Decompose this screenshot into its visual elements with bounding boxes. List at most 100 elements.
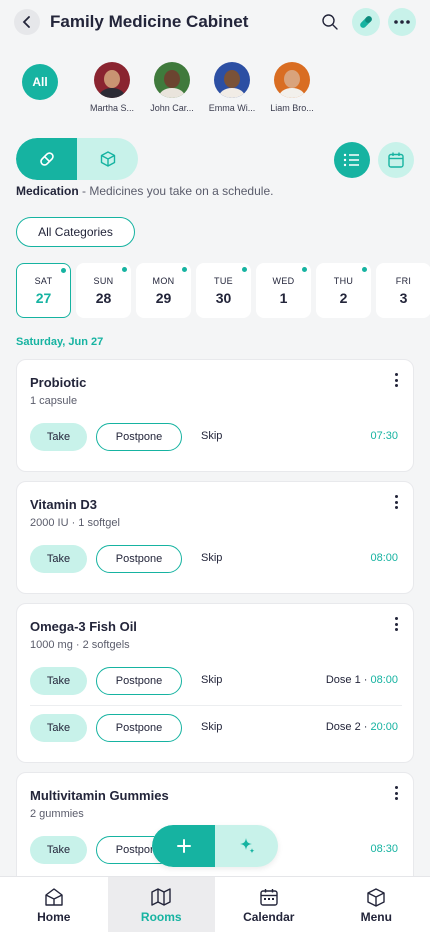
member-name: Emma Wi...: [208, 103, 256, 113]
dose-time: 20:00: [370, 721, 398, 733]
floating-action-group: [152, 825, 278, 867]
member-all-chip[interactable]: All: [22, 64, 58, 100]
member-john[interactable]: John Car...: [142, 62, 202, 113]
postpone-button[interactable]: Postpone: [96, 714, 182, 742]
more-button[interactable]: [388, 8, 416, 36]
postpone-button[interactable]: Postpone: [96, 667, 182, 695]
day-number: 29: [155, 289, 172, 306]
dose-number: Dose 2 ·: [325, 721, 371, 733]
day-number: 27: [35, 289, 52, 306]
avatar: [94, 62, 130, 98]
member-name: John Car...: [150, 103, 194, 113]
day-item[interactable]: MON 29: [136, 263, 191, 318]
list-view-button[interactable]: [334, 142, 370, 178]
member-liam[interactable]: Liam Bro...: [262, 62, 322, 113]
take-button[interactable]: Take: [30, 423, 87, 451]
avatar: [154, 62, 190, 98]
day-number: 2: [339, 289, 348, 306]
day-of-week: THU: [333, 275, 354, 286]
tab-rooms[interactable]: Rooms: [107, 877, 215, 932]
dose-row: Take Postpone Skip Dose 2 · 20:00: [30, 714, 402, 742]
event-dot: [242, 267, 247, 272]
more-vertical-icon[interactable]: [395, 373, 399, 387]
mode-switch: [16, 138, 138, 180]
mode-description-text: - Medicines you take on a schedule.: [78, 184, 274, 198]
member-martha[interactable]: Martha S...: [82, 62, 142, 113]
plus-icon: [176, 839, 191, 853]
member-filter: All Martha S... John Car... Emma Wi... L…: [22, 62, 322, 113]
skip-button[interactable]: Skip: [201, 721, 222, 733]
day-strip[interactable]: SAT 27 SUN 28 MON 29 TUE 30 WED 1 THU 2 FRI 3: [16, 263, 430, 319]
day-number: 28: [95, 289, 112, 306]
medication-name: Vitamin D3: [30, 497, 97, 512]
more-vertical-icon[interactable]: [395, 786, 399, 800]
search-button[interactable]: [316, 8, 344, 36]
more-vertical-icon[interactable]: [395, 495, 399, 509]
day-item[interactable]: THU 2: [316, 263, 371, 318]
day-of-week: WED: [272, 275, 295, 286]
event-dot: [122, 267, 127, 272]
skip-button[interactable]: Skip: [201, 552, 222, 564]
avatar: [214, 62, 250, 98]
medication-card: Omega-3 Fish Oil 1000 mg · 2 softgels Ta…: [16, 603, 414, 763]
day-of-week: SAT: [34, 275, 53, 286]
category-filter-button[interactable]: All Categories: [16, 217, 135, 247]
member-emma[interactable]: Emma Wi...: [202, 62, 262, 113]
take-button[interactable]: Take: [30, 667, 87, 695]
dose-label: Dose 1 · 08:00: [326, 674, 398, 686]
day-number: 1: [279, 289, 288, 306]
day-number: 3: [399, 289, 408, 306]
postpone-button[interactable]: Postpone: [96, 545, 182, 573]
dose-time: 08:00: [370, 552, 398, 564]
calendar-icon: [260, 888, 278, 906]
dose-row: Take Postpone Skip 07:30: [30, 423, 402, 451]
more-vertical-icon[interactable]: [395, 617, 399, 631]
ai-assist-button[interactable]: [215, 825, 278, 867]
medication-dose: 2 gummies: [30, 808, 84, 820]
take-button[interactable]: Take: [30, 714, 87, 742]
dose-row: Take Postpone Skip 08:00: [30, 545, 402, 573]
mode-title: Medication: [16, 184, 79, 198]
day-item[interactable]: TUE 30: [196, 263, 251, 318]
dose-time: 08:00: [370, 674, 398, 686]
medication-name: Omega-3 Fish Oil: [30, 619, 137, 634]
tab-calendar[interactable]: Calendar: [215, 877, 323, 932]
supplies-mode-button[interactable]: [77, 138, 138, 180]
date-heading: Saturday, Jun 27: [16, 336, 104, 348]
member-name: Liam Bro...: [270, 103, 314, 113]
chevron-left-icon: [22, 16, 30, 28]
day-item[interactable]: FRI 3: [376, 263, 430, 318]
medication-mode-button[interactable]: [16, 138, 77, 180]
dose-label: Dose 2 · 20:00: [326, 721, 398, 733]
event-dot: [61, 268, 66, 273]
postpone-button[interactable]: Postpone: [96, 423, 182, 451]
event-dot: [362, 267, 367, 272]
rooms-icon: [151, 887, 171, 906]
take-button[interactable]: Take: [30, 836, 87, 864]
pill-button[interactable]: [352, 8, 380, 36]
day-item[interactable]: SUN 28: [76, 263, 131, 318]
back-button[interactable]: [14, 9, 40, 35]
tab-label: Calendar: [243, 909, 295, 924]
member-name: Martha S...: [89, 103, 134, 113]
skip-button[interactable]: Skip: [201, 430, 222, 442]
search-icon: [322, 14, 338, 30]
tab-label: Rooms: [140, 909, 182, 924]
take-button[interactable]: Take: [30, 545, 87, 573]
tab-home[interactable]: Home: [0, 877, 108, 932]
day-number: 30: [215, 289, 232, 306]
day-item[interactable]: WED 1: [256, 263, 311, 318]
dose-time: 07:30: [370, 430, 398, 442]
more-horizontal-icon: [394, 20, 410, 24]
day-item[interactable]: SAT 27: [16, 263, 71, 318]
day-of-week: TUE: [214, 275, 233, 286]
skip-button[interactable]: Skip: [201, 674, 222, 686]
bottom-tab-bar: Home Rooms Calendar Menu: [0, 876, 430, 932]
box-icon: [100, 151, 115, 167]
medication-card: Probiotic 1 capsule Take Postpone Skip 0…: [16, 359, 414, 472]
tab-menu[interactable]: Menu: [323, 877, 430, 932]
divider: [30, 705, 402, 706]
day-of-week: MON: [152, 275, 175, 286]
add-button[interactable]: [152, 825, 215, 867]
calendar-view-button[interactable]: [378, 142, 414, 178]
